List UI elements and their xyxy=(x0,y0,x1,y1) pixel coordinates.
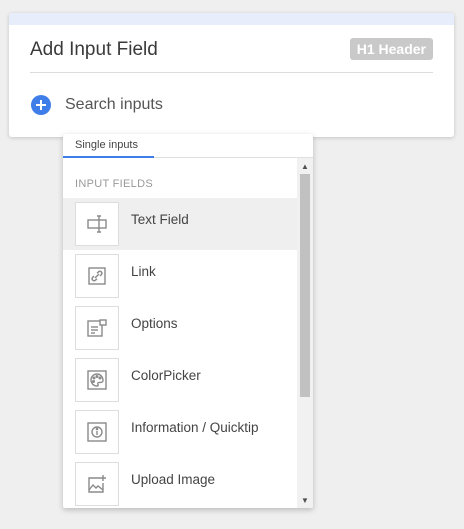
list-item-label: ColorPicker xyxy=(131,367,201,383)
options-icon xyxy=(75,306,119,350)
list-item-colorpicker[interactable]: ColorPicker xyxy=(63,354,297,406)
section-label: INPUT FIELDS xyxy=(75,178,153,190)
search-inputs-button[interactable]: Search inputs xyxy=(31,95,163,115)
scroll-down-arrow-icon[interactable]: ▼ xyxy=(297,492,313,508)
list-item-label: Text Field xyxy=(131,211,189,227)
list-scrollbar[interactable]: ▲ ▼ xyxy=(297,158,313,508)
search-inputs-label: Search inputs xyxy=(65,96,163,113)
list-item-text-field[interactable]: Text Field xyxy=(63,198,297,250)
link-icon xyxy=(75,254,119,298)
scroll-thumb[interactable] xyxy=(300,174,310,397)
input-picker-dropdown: Single inputs INPUT FIELDS Text Field Li… xyxy=(63,134,313,508)
plus-circle-icon xyxy=(31,95,51,115)
list-item-link[interactable]: Link xyxy=(63,250,297,302)
list-item-options[interactable]: Options xyxy=(63,302,297,354)
palette-icon xyxy=(75,358,119,402)
add-input-field-card: Add Input Field H1 Header Search inputs xyxy=(9,13,454,137)
list-item-label: Information / Quicktip xyxy=(131,419,259,435)
list-item-label: Link xyxy=(131,263,156,279)
card-top-bar xyxy=(9,13,454,25)
tab-single-inputs[interactable]: Single inputs xyxy=(63,134,154,158)
text-field-icon xyxy=(75,202,119,246)
list-item-label: Options xyxy=(131,315,178,331)
dropdown-tabs: Single inputs xyxy=(63,134,313,158)
scroll-up-arrow-icon[interactable]: ▲ xyxy=(297,158,313,174)
card-title: Add Input Field xyxy=(30,39,158,60)
info-icon xyxy=(75,410,119,454)
upload-image-icon xyxy=(75,462,119,506)
header-type-badge: H1 Header xyxy=(349,38,433,60)
list-item-upload-image[interactable]: Upload Image xyxy=(63,458,297,508)
list-item-label: Upload Image xyxy=(131,471,216,487)
input-list: INPUT FIELDS Text Field Link Options Col… xyxy=(63,158,297,508)
card-header: Add Input Field H1 Header xyxy=(30,37,433,73)
list-item-information[interactable]: Information / Quicktip xyxy=(63,406,297,458)
